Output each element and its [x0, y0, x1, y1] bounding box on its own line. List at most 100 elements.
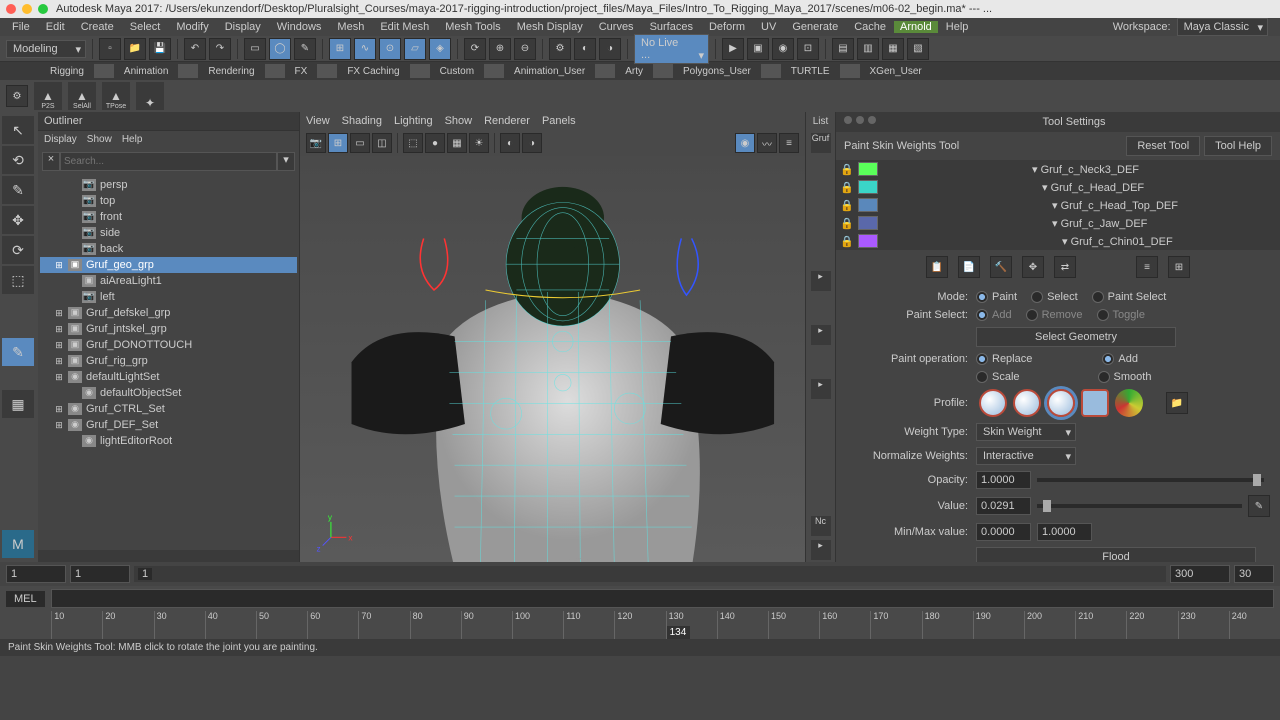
snap-plane-icon[interactable]: ▱: [404, 38, 426, 60]
menu-surfaces[interactable]: Surfaces: [642, 21, 701, 33]
tree-item[interactable]: ⊞◉Gruf_DEF_Set: [40, 417, 297, 433]
move-icon[interactable]: ✥: [1022, 256, 1044, 278]
construction2-icon[interactable]: ◐: [574, 38, 596, 60]
toggle2-icon[interactable]: ⊕: [489, 38, 511, 60]
list1-icon[interactable]: ≡: [1136, 256, 1158, 278]
vp-wire-icon[interactable]: ⬚: [403, 133, 423, 153]
vp-xray-icon[interactable]: ◐: [500, 133, 520, 153]
menu-file[interactable]: File: [4, 21, 38, 33]
tree-item[interactable]: ⊞▣Gruf_jntskel_grp: [40, 321, 297, 337]
vp-aa-icon[interactable]: ≡: [779, 133, 799, 153]
vp-texture-icon[interactable]: ▦: [447, 133, 467, 153]
max-input[interactable]: [1037, 523, 1092, 541]
paste-icon[interactable]: 📄: [958, 256, 980, 278]
vp-iso-icon[interactable]: ◑: [522, 133, 542, 153]
profile-square-icon[interactable]: [1081, 389, 1109, 417]
range-end-input[interactable]: [1234, 565, 1274, 583]
layer-arrow3-icon[interactable]: ▸: [811, 379, 831, 399]
range-slider[interactable]: 1: [134, 566, 1166, 582]
menu-mesh[interactable]: Mesh: [329, 21, 372, 33]
render3-icon[interactable]: ◉: [772, 38, 794, 60]
vp-menu-view[interactable]: View: [306, 115, 330, 127]
flood-button[interactable]: Flood: [976, 547, 1256, 562]
layer-nc[interactable]: Nc: [811, 516, 831, 536]
vp-shade-icon[interactable]: ●: [425, 133, 445, 153]
influence-row[interactable]: 🔒▾ Gruf_c_Jaw_DEF: [836, 214, 1280, 232]
redo-icon[interactable]: ↷: [209, 38, 231, 60]
shelf-tab-animation-user[interactable]: Animation_User: [504, 66, 595, 77]
layer-arrow2-icon[interactable]: ▸: [811, 325, 831, 345]
snap-point-icon[interactable]: ⊙: [379, 38, 401, 60]
search-dropdown-icon[interactable]: ▾: [277, 152, 295, 171]
shelf-selall[interactable]: ▲SelAll: [68, 82, 96, 110]
value-slider[interactable]: [1037, 504, 1242, 508]
lasso-icon[interactable]: ⟲: [2, 146, 34, 174]
menu-help[interactable]: Help: [938, 21, 977, 33]
panel2-icon[interactable]: ▥: [857, 38, 879, 60]
paint-select-icon[interactable]: ✎: [294, 38, 316, 60]
tree-item[interactable]: ⊞▣Gruf_defskel_grp: [40, 305, 297, 321]
hammer-icon[interactable]: 🔨: [990, 256, 1012, 278]
tree-item[interactable]: ◉lightEditorRoot: [40, 433, 297, 449]
mode-select-radio[interactable]: [1031, 291, 1043, 303]
op-replace-radio[interactable]: [976, 353, 988, 365]
vp-menu-renderer[interactable]: Renderer: [484, 115, 530, 127]
shelf-tab-rendering[interactable]: Rendering: [198, 66, 264, 77]
vp-light-icon[interactable]: ☀: [469, 133, 489, 153]
mode-dropdown[interactable]: Modeling: [6, 40, 86, 58]
render4-icon[interactable]: ⊡: [797, 38, 819, 60]
lasso-tool-icon[interactable]: ◯: [269, 38, 291, 60]
select-tool-icon[interactable]: ▭: [244, 38, 266, 60]
paint-weights-icon[interactable]: ✎: [2, 338, 34, 366]
toggle-icon[interactable]: ⟳: [464, 38, 486, 60]
normalize-select[interactable]: Interactive: [976, 447, 1076, 465]
menu-edit-mesh[interactable]: Edit Mesh: [372, 21, 437, 33]
shelf-tab-turtle[interactable]: TURTLE: [781, 66, 840, 77]
tree-item[interactable]: ◉defaultObjectSet: [40, 385, 297, 401]
vp-menu-show[interactable]: Show: [445, 115, 473, 127]
tree-item[interactable]: 📷side: [40, 225, 297, 241]
ps-remove-radio[interactable]: [1026, 309, 1038, 321]
snap-grid-icon[interactable]: ⊞: [329, 38, 351, 60]
tree-item[interactable]: 📷left: [40, 289, 297, 305]
snap-curve-icon[interactable]: ∿: [354, 38, 376, 60]
menu-create[interactable]: Create: [73, 21, 122, 33]
menu-mesh-tools[interactable]: Mesh Tools: [437, 21, 508, 33]
menu-deform[interactable]: Deform: [701, 21, 753, 33]
viewport-canvas[interactable]: x y z persp: [300, 156, 805, 562]
vp-menu-lighting[interactable]: Lighting: [394, 115, 433, 127]
tree-item[interactable]: 📷front: [40, 209, 297, 225]
menu-uv[interactable]: UV: [753, 21, 784, 33]
tree-item[interactable]: ⊞◉defaultLightSet: [40, 369, 297, 385]
op-scale-radio[interactable]: [976, 371, 988, 383]
no-live-dropdown[interactable]: No Live ...: [634, 34, 709, 64]
construction-icon[interactable]: ⚙: [549, 38, 571, 60]
menu-display[interactable]: Display: [217, 21, 269, 33]
min-input[interactable]: [976, 523, 1031, 541]
profile-solid-icon[interactable]: [1047, 389, 1075, 417]
search-clear-icon[interactable]: ×: [42, 152, 60, 171]
shelf-tab-fxcaching[interactable]: FX Caching: [337, 66, 409, 77]
menu-modify[interactable]: Modify: [168, 21, 216, 33]
menu-select[interactable]: Select: [122, 21, 169, 33]
shelf-tpose[interactable]: ▲TPose: [102, 82, 130, 110]
render-icon[interactable]: ▶: [722, 38, 744, 60]
outliner-search-input[interactable]: [60, 152, 277, 171]
snap-live-icon[interactable]: ◈: [429, 38, 451, 60]
tree-item[interactable]: ⊞▣Gruf_DONOTTOUCH: [40, 337, 297, 353]
close-window-icon[interactable]: [6, 4, 16, 14]
menu-windows[interactable]: Windows: [269, 21, 330, 33]
maximize-window-icon[interactable]: [38, 4, 48, 14]
vp-menu-shading[interactable]: Shading: [342, 115, 382, 127]
layout-icon[interactable]: ▦: [2, 390, 34, 418]
save-scene-icon[interactable]: 💾: [149, 38, 171, 60]
profile-browse-icon[interactable]: 📁: [1166, 392, 1188, 414]
new-scene-icon[interactable]: ▫: [99, 38, 121, 60]
vp-gate-icon[interactable]: ◫: [372, 133, 392, 153]
command-input[interactable]: [51, 589, 1274, 608]
range-start-input[interactable]: [6, 565, 66, 583]
playback-end-input[interactable]: [1170, 565, 1230, 583]
outliner-menu-show[interactable]: Show: [87, 134, 112, 145]
vp-ao-icon[interactable]: ◉: [735, 133, 755, 153]
op-add-radio[interactable]: [1102, 353, 1114, 365]
